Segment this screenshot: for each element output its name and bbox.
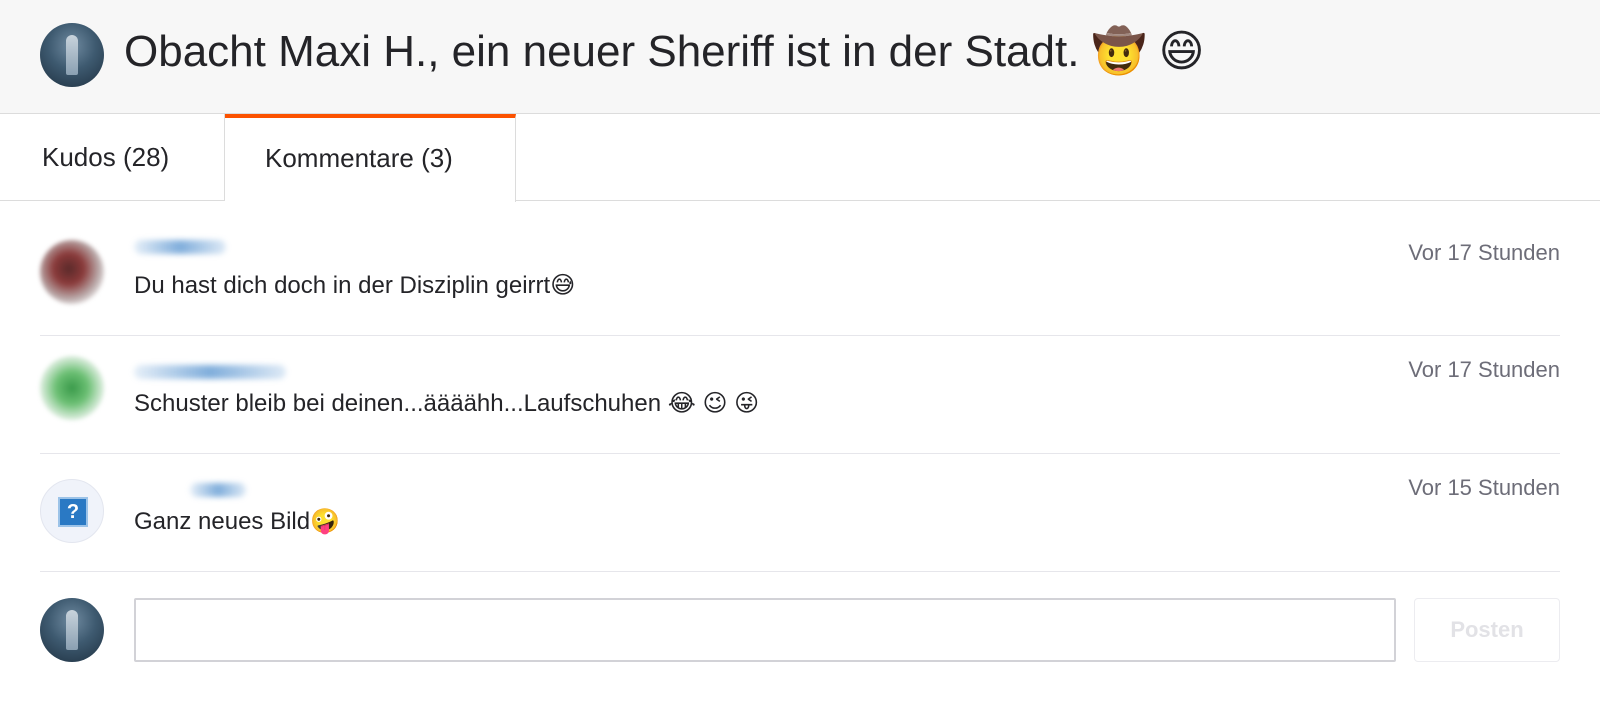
avatar-figure bbox=[66, 35, 78, 75]
tab-kudos[interactable]: Kudos (28) bbox=[0, 114, 225, 201]
comment-timestamp: Vor 17 Stunden bbox=[1408, 357, 1560, 382]
commenter-avatar[interactable] bbox=[40, 356, 104, 420]
tab-bar: Kudos (28) Kommentare (3) bbox=[0, 114, 1600, 202]
post-button[interactable]: Posten bbox=[1414, 598, 1560, 662]
commenter-name-redacted[interactable] bbox=[190, 483, 246, 497]
comment-composer: Posten bbox=[40, 580, 1560, 670]
activity-header: Obacht Maxi H., ein neuer Sheriff ist in… bbox=[0, 0, 1600, 114]
comment-input[interactable] bbox=[134, 598, 1396, 662]
comment-timestamp: Vor 17 Stunden bbox=[1408, 240, 1560, 265]
comment-item: Vor 17 Stunden Schuster bleib bei deinen… bbox=[40, 336, 1560, 454]
comment-text: Schuster bleib bei deinen...äääähh...Lau… bbox=[134, 390, 760, 417]
comment-item: ? Vor 15 Stunden Ganz neues Bild🤪 bbox=[40, 454, 1560, 572]
current-user-avatar bbox=[40, 598, 104, 662]
tab-comments[interactable]: Kommentare (3) bbox=[225, 114, 516, 202]
placeholder-image-icon: ? bbox=[58, 497, 88, 527]
commenter-name-redacted[interactable] bbox=[134, 240, 226, 254]
commenter-name-redacted[interactable] bbox=[134, 365, 286, 379]
commenter-avatar[interactable]: ? bbox=[40, 479, 104, 543]
comment-text: Du hast dich doch in der Disziplin geirr… bbox=[134, 272, 576, 299]
comment-item: Vor 17 Stunden Du hast dich doch in der … bbox=[40, 218, 1560, 336]
comment-timestamp: Vor 15 Stunden bbox=[1408, 475, 1560, 500]
commenter-avatar[interactable] bbox=[40, 240, 104, 304]
avatar-figure bbox=[66, 610, 78, 650]
comment-text: Ganz neues Bild🤪 bbox=[134, 508, 340, 535]
activity-title: Obacht Maxi H., ein neuer Sheriff ist in… bbox=[124, 27, 1205, 76]
athlete-avatar[interactable] bbox=[40, 23, 104, 87]
